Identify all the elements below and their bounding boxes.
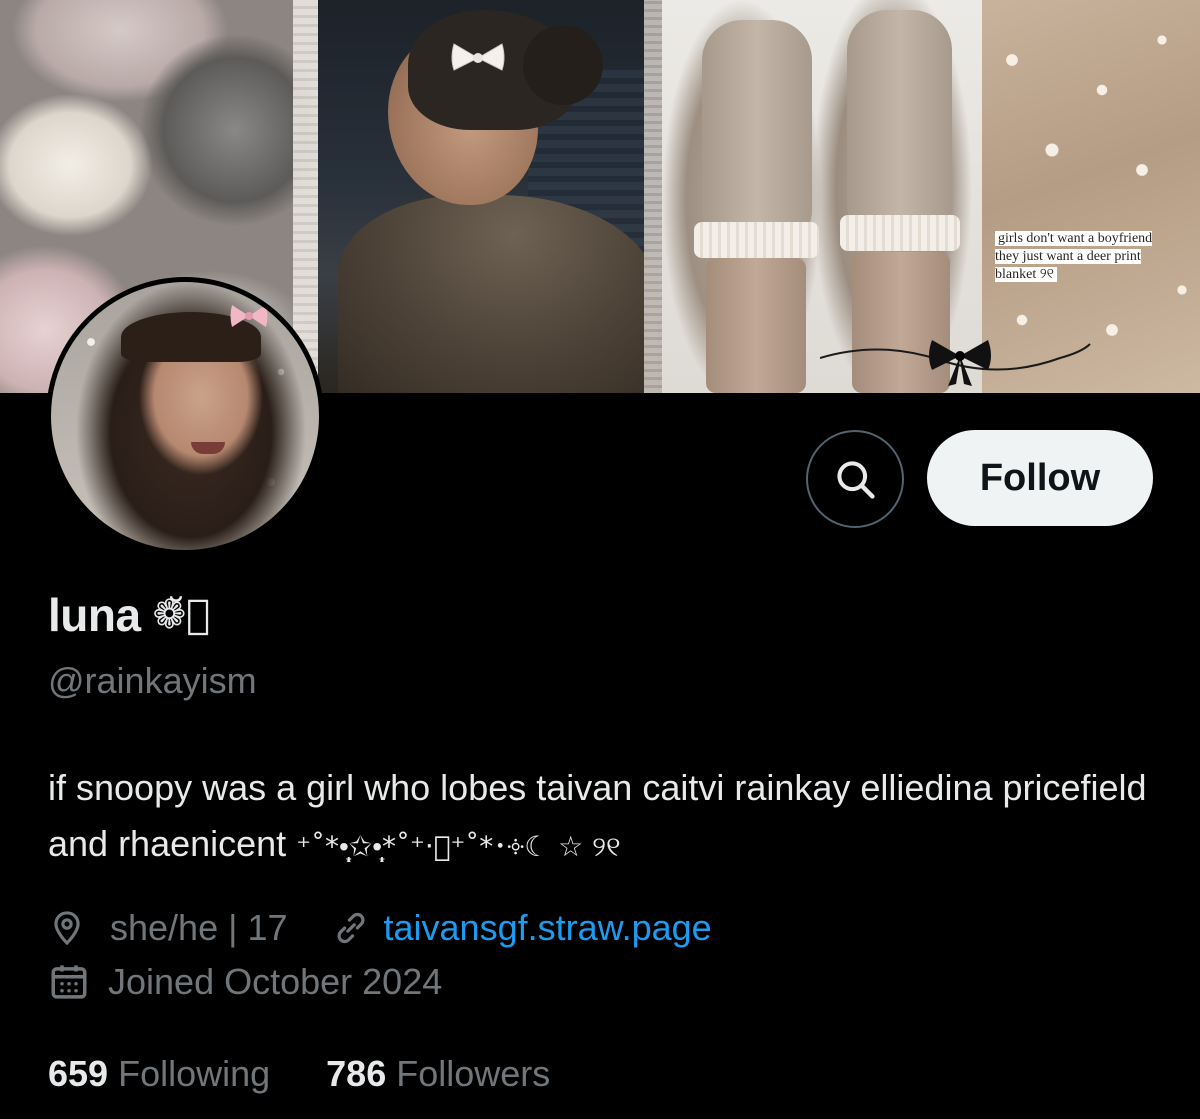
black-ribbon-icon	[820, 340, 1091, 386]
pink-bow-icon	[230, 305, 268, 327]
follow-button[interactable]: Follow	[927, 430, 1153, 526]
profile-meta-row: she/he | 17 taivansgf.straw.page	[48, 904, 712, 952]
location-pin-icon	[54, 911, 80, 946]
profile-avatar[interactable]	[46, 277, 324, 555]
following-label: Following	[118, 1053, 271, 1094]
link-icon	[337, 912, 364, 944]
profile-joined-row: Joined October 2024	[48, 958, 442, 1006]
following-count: 659	[48, 1053, 109, 1094]
joined-item: Joined October 2024	[48, 961, 442, 1003]
search-icon	[837, 461, 875, 499]
display-name-row: luna ❁̆⃝	[48, 585, 210, 645]
website-link[interactable]: taivansgf.straw.page	[384, 907, 712, 949]
banner-caption: girls don't want a boyfriend they just w…	[995, 231, 1153, 282]
display-name-decoration: ❁̆⃝	[152, 592, 211, 638]
follow-button-label: Follow	[979, 456, 1101, 499]
location-item: she/he | 17	[48, 907, 288, 949]
display-name: luna	[48, 589, 141, 641]
followers-stat[interactable]: 786 Followers	[326, 1053, 550, 1095]
bio-decoration: ⁺˚*•̩̩͙✩•̩̩͙*˚⁺‧͙⁺˚*･༓☾ ☆ ୨୧	[296, 830, 621, 863]
location-text: she/he | 17	[110, 907, 288, 948]
following-stat[interactable]: 659 Following	[48, 1053, 270, 1095]
calendar-icon	[51, 965, 87, 999]
white-bow-icon	[451, 43, 505, 71]
profile-bio: if snoopy was a girl who lobes taivan ca…	[48, 760, 1148, 875]
profile-handle: @rainkayism	[48, 660, 257, 701]
website-item[interactable]: taivansgf.straw.page	[332, 907, 712, 949]
search-button[interactable]	[806, 430, 904, 528]
followers-label: Followers	[396, 1053, 551, 1094]
joined-text: Joined October 2024	[108, 961, 443, 1002]
followers-count: 786	[326, 1053, 387, 1094]
follow-stats: 659 Following 786 Followers	[48, 1050, 606, 1098]
banner-portrait-photo	[318, 0, 662, 393]
